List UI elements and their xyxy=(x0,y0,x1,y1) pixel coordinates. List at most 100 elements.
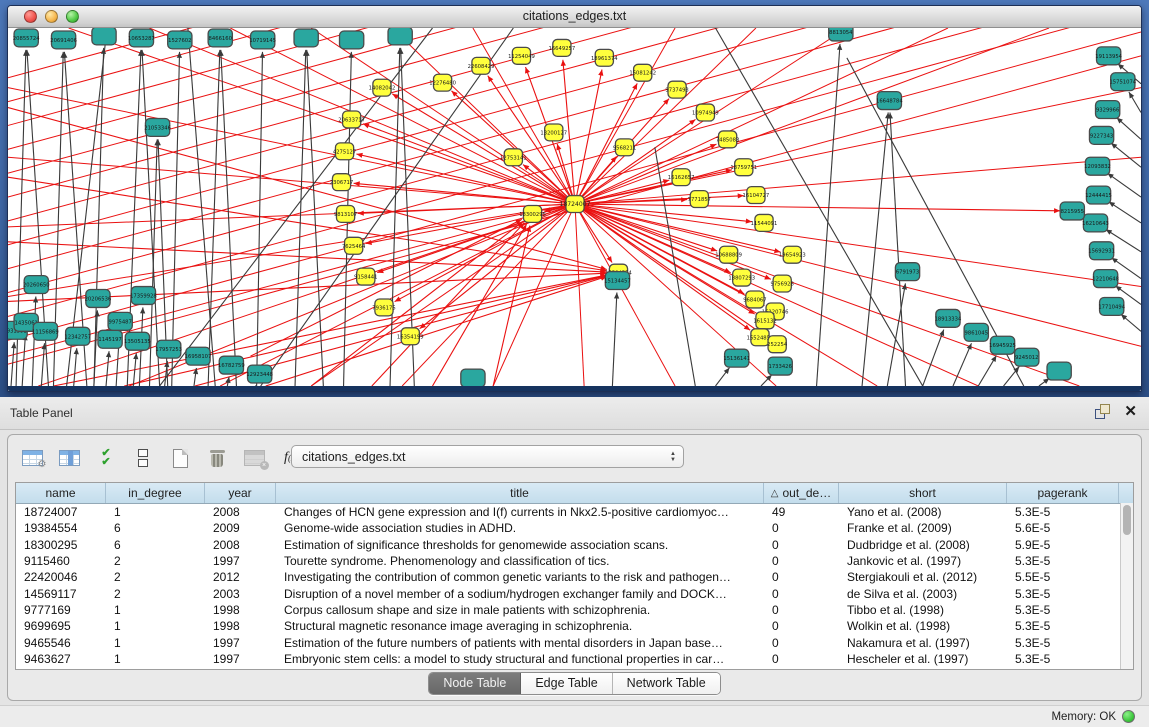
table-cell: Changes of HCN gene expression and I(f) … xyxy=(276,505,764,519)
node-label: 1145197 xyxy=(98,337,121,343)
select-all-button[interactable]: ✔✔ xyxy=(90,443,122,473)
table-cell: 0 xyxy=(764,554,839,568)
node-label: 8466160 xyxy=(209,36,232,42)
table-cell: Disruption of a novel member of a sodium… xyxy=(276,587,764,601)
node-label: 9861045 xyxy=(965,330,988,336)
node-label: 18807293 xyxy=(728,276,755,282)
table-scrollbar[interactable] xyxy=(1120,503,1133,669)
table-row[interactable]: 946554611997Estimation of the future num… xyxy=(16,634,1133,650)
table-row[interactable]: 1830029562008Estimation of significance … xyxy=(16,537,1133,553)
table-cell: 6 xyxy=(106,538,205,552)
close-window-button[interactable] xyxy=(24,10,37,23)
node-label: 16958107 xyxy=(185,354,212,360)
table-cell: 2012 xyxy=(205,570,276,584)
table-cell: Genome-wide association studies in ADHD. xyxy=(276,521,764,535)
table-row[interactable]: 1456911722003Disruption of a novel membe… xyxy=(16,585,1133,601)
teal-node[interactable] xyxy=(1047,362,1071,380)
table-cell: 9465546 xyxy=(16,636,106,650)
table-cell: 0 xyxy=(764,652,839,666)
column-header-in_degree[interactable]: in_degree xyxy=(106,483,205,503)
delete-column-button[interactable] xyxy=(201,443,233,473)
delete-table-button[interactable]: × xyxy=(238,443,270,473)
float-panel-icon[interactable] xyxy=(1095,404,1110,419)
node-label: 17957253 xyxy=(155,347,182,353)
table-cell: 14569117 xyxy=(16,587,106,601)
table-selector-value: citations_edges.txt xyxy=(292,450,663,464)
table-panel-body: ⚙ ✔✔ xyxy=(0,429,1149,705)
node-label: 9975487 xyxy=(109,319,132,325)
table-cell: Stergiakouli et al. (2012) xyxy=(839,570,1007,584)
column-header-out_de[interactable]: △out_de… xyxy=(764,483,839,503)
scrollbar-thumb[interactable] xyxy=(1123,505,1131,535)
table-cell: 1997 xyxy=(205,636,276,650)
node-label: 12444415 xyxy=(1085,193,1112,199)
tab-network-table[interactable]: Network Table xyxy=(613,673,720,694)
node-label: 17710494 xyxy=(1098,304,1125,310)
node-label: 16945925 xyxy=(989,343,1016,349)
table-panel-title: Table Panel xyxy=(10,406,73,420)
table-settings-button[interactable]: ⚙ xyxy=(16,443,48,473)
table-cell: Franke et al. (2009) xyxy=(839,521,1007,535)
zoom-window-button[interactable] xyxy=(66,10,79,23)
table-toolbar: ⚙ ✔✔ xyxy=(16,440,307,476)
column-header-title[interactable]: title xyxy=(276,483,764,503)
node-label: 14082042 xyxy=(369,86,396,92)
tab-node-table[interactable]: Node Table xyxy=(429,673,521,694)
status-bar: Memory: OK xyxy=(0,705,1149,727)
node-label: 19654923 xyxy=(779,253,806,259)
table-cell: 6 xyxy=(106,521,205,535)
table-row[interactable]: 946362711997Embryonic stem cells: a mode… xyxy=(16,651,1133,667)
table-panel-header: Table Panel ✕ xyxy=(0,397,1149,430)
minimize-window-button[interactable] xyxy=(45,10,58,23)
table-row[interactable]: 1872400712008Changes of HCN gene express… xyxy=(16,504,1133,520)
table-cell: 0 xyxy=(764,603,839,617)
table-cell: 0 xyxy=(764,587,839,601)
table-selector-dropdown[interactable]: citations_edges.txt ▲ ▼ xyxy=(291,445,684,468)
tab-edge-table[interactable]: Edge Table xyxy=(521,673,612,694)
node-label: 10974949 xyxy=(692,111,719,117)
network-canvas[interactable]: 1872400718300295155845541068880918807293… xyxy=(8,28,1141,386)
memory-ok-icon xyxy=(1122,710,1135,723)
teal-node[interactable] xyxy=(388,28,412,45)
node-label: 9813107 xyxy=(334,212,357,218)
columns-icon xyxy=(59,450,80,466)
new-column-button[interactable] xyxy=(164,443,196,473)
node-label: 6791973 xyxy=(896,270,919,276)
column-header-name[interactable]: name xyxy=(16,483,106,503)
table-row[interactable]: 911546021997Tourette syndrome. Phenomeno… xyxy=(16,553,1133,569)
column-header-pagerank[interactable]: pagerank xyxy=(1007,483,1119,503)
table-cell: de Silva et al. (2003) xyxy=(839,587,1007,601)
column-header-short[interactable]: short xyxy=(839,483,1007,503)
table-row[interactable]: 2242004622012Investigating the contribut… xyxy=(16,569,1133,585)
column-header-year[interactable]: year xyxy=(205,483,276,503)
node-label: 16162657 xyxy=(668,175,695,181)
close-panel-icon[interactable]: ✕ xyxy=(1124,404,1137,419)
table-cell: 5.3E-5 xyxy=(1007,554,1119,568)
show-columns-button[interactable] xyxy=(53,443,85,473)
node-label: 9227343 xyxy=(1090,133,1113,139)
table-cell: 1997 xyxy=(205,554,276,568)
table-cell: Tourette syndrome. Phenomenology and cla… xyxy=(276,554,764,568)
table-cell: 19384554 xyxy=(16,521,106,535)
table-cell: 0 xyxy=(764,538,839,552)
table-cell: 9699695 xyxy=(16,619,106,633)
deselect-all-button[interactable] xyxy=(127,443,159,473)
table-cell: Yano et al. (2008) xyxy=(839,505,1007,519)
teal-node[interactable] xyxy=(461,369,485,386)
node-label: 9568211 xyxy=(613,145,636,151)
table-row[interactable]: 969969511998Structural magnetic resonanc… xyxy=(16,618,1133,634)
teal-node[interactable] xyxy=(340,31,364,49)
table-cell: Corpus callosum shape and size in male p… xyxy=(276,603,764,617)
table-row[interactable]: 1938455462009Genome-wide association stu… xyxy=(16,520,1133,536)
window-titlebar[interactable]: citations_edges.txt xyxy=(8,6,1141,28)
node-label: 10653287 xyxy=(128,36,155,42)
table-row[interactable]: 977716911998Corpus callosum shape and si… xyxy=(16,602,1133,618)
table-settings-icon: ⚙ xyxy=(22,450,43,466)
table-cell: 9115460 xyxy=(16,554,106,568)
network-window[interactable]: citations_edges.txt 18724007183002951558… xyxy=(7,5,1142,392)
teal-node[interactable] xyxy=(92,28,116,45)
teal-node[interactable] xyxy=(294,29,318,47)
table-cell: 1 xyxy=(106,636,205,650)
trash-icon xyxy=(210,449,225,468)
node-label: 16782759 xyxy=(218,363,245,369)
